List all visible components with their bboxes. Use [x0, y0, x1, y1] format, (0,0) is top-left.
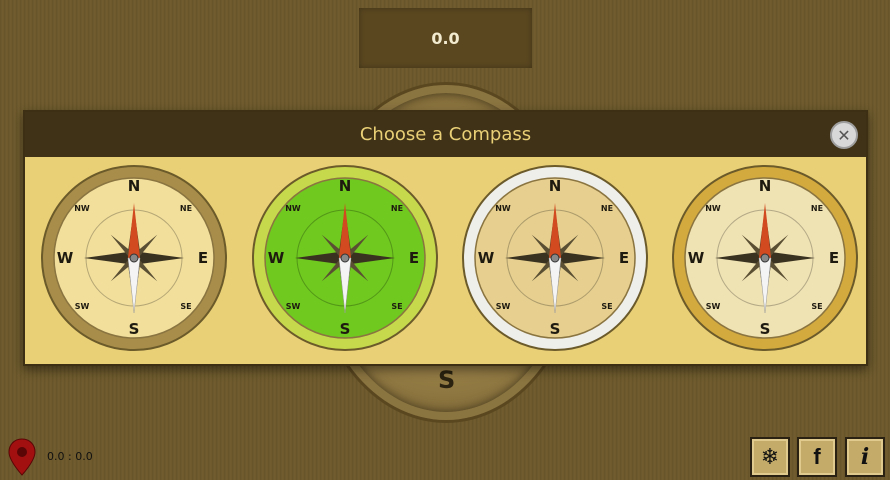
gold-world-compass-icon: NSEWNENWSESW [41, 165, 227, 351]
compass-label-e: E [829, 249, 839, 267]
compass-label-s: S [550, 320, 561, 338]
compass-label-nw: NW [285, 204, 301, 213]
compass-label-sw: SW [286, 302, 301, 311]
snowflake-icon: ❄ [760, 444, 780, 470]
dialog-title: Choose a Compass [359, 124, 532, 145]
compass-label-ne: NE [180, 204, 192, 213]
green-glass-compass-icon: NSEWNENWSESW [252, 165, 438, 351]
compass-option-green-glass[interactable]: N S E W NE NW SE SW [250, 163, 440, 353]
compass-label-nw: NW [495, 204, 511, 213]
compass-label-nw: NW [74, 204, 90, 213]
needle-pivot [129, 253, 139, 263]
compass-label-s: S [129, 320, 140, 338]
location-pin-icon [8, 438, 36, 476]
background-compass-south-label: S [438, 366, 456, 394]
compass-label-n: N [339, 177, 352, 195]
compass-label-w: W [688, 249, 705, 267]
compass-label-se: SE [601, 302, 612, 311]
compass-label-se: SE [180, 302, 191, 311]
compass-label-n: N [549, 177, 562, 195]
facebook-icon: f [813, 444, 821, 469]
compass-label-nw: NW [705, 204, 721, 213]
compass-label-w: W [268, 249, 285, 267]
compass-label-s: S [340, 320, 351, 338]
compass-label-ne: NE [601, 204, 613, 213]
location-coordinates: 0.0 : 0.0 [47, 450, 93, 463]
snowflake-button[interactable]: ❄ [750, 437, 790, 477]
compass-label-n: N [128, 177, 141, 195]
compass-label-n: N [759, 177, 772, 195]
compass-label-sw: SW [496, 302, 511, 311]
compass-label-w: W [57, 249, 74, 267]
facebook-button[interactable]: f [797, 437, 837, 477]
close-button[interactable]: ✕ [830, 121, 858, 149]
compass-label-se: SE [391, 302, 402, 311]
needle-pivot [340, 253, 350, 263]
compass-option-silver-classic[interactable]: N S E W NE NW SE SW [460, 163, 650, 353]
dialog-header: Choose a Compass ✕ [25, 112, 866, 157]
compass-label-e: E [198, 249, 208, 267]
compass-option-golden-ornate[interactable]: N S E W NE NW SE SW [670, 163, 860, 353]
compass-label-sw: SW [706, 302, 721, 311]
compass-label-ne: NE [391, 204, 403, 213]
heading-value: 0.0 [431, 28, 460, 48]
compass-label-w: W [478, 249, 495, 267]
info-button[interactable]: i [845, 437, 885, 477]
compass-label-e: E [619, 249, 629, 267]
heading-display: 0.0 [359, 8, 532, 68]
close-icon: ✕ [837, 125, 851, 145]
needle-pivot [760, 253, 770, 263]
compass-label-s: S [760, 320, 771, 338]
compass-label-e: E [409, 249, 419, 267]
silver-classic-compass-icon: NSEWNENWSESW [462, 165, 648, 351]
info-icon: i [860, 444, 870, 470]
choose-compass-dialog: Choose a Compass ✕ N S E W NE NW SE SW N S E W NE NW… [23, 110, 868, 366]
compass-label-ne: NE [811, 204, 823, 213]
compass-label-sw: SW [75, 302, 90, 311]
compass-label-se: SE [811, 302, 822, 311]
needle-pivot [550, 253, 560, 263]
golden-ornate-compass-icon: NSEWNENWSESW [672, 165, 858, 351]
compass-option-gold-world[interactable]: N S E W NE NW SE SW [39, 163, 229, 353]
